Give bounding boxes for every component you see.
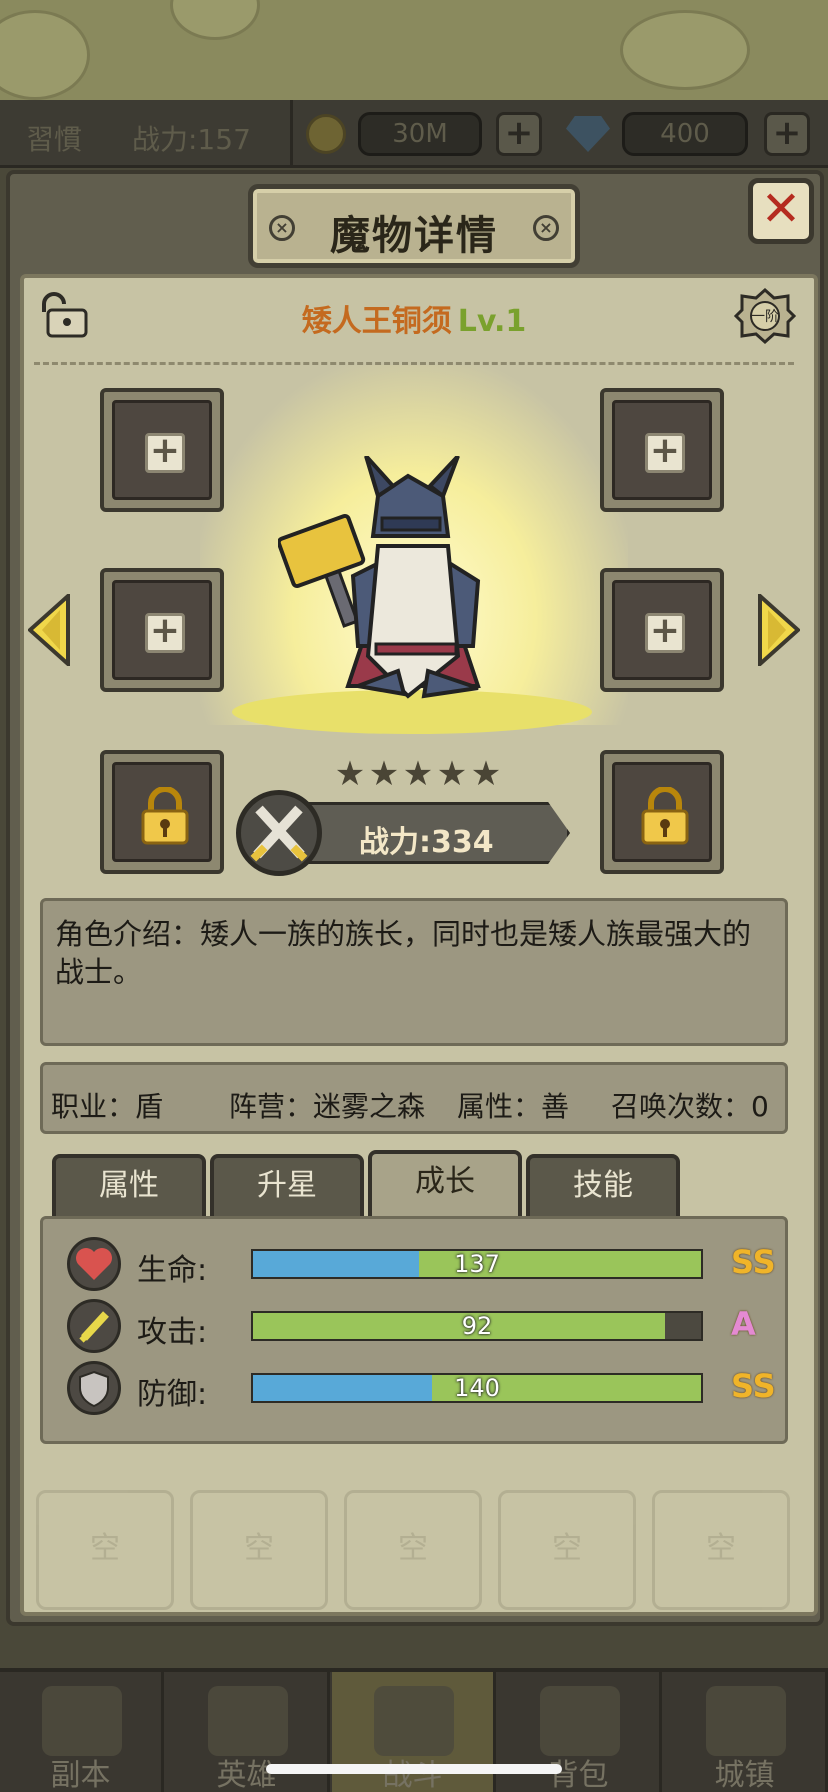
- gold-coin-icon: [306, 114, 346, 154]
- divider: [290, 100, 293, 168]
- background-slot: 空: [190, 1490, 328, 1610]
- summon-count-label: 召唤次数：0: [611, 1090, 769, 1123]
- add-equip-icon: +: [145, 433, 185, 473]
- star-icon: ★: [368, 754, 400, 794]
- hero-icon: [208, 1686, 288, 1756]
- slot-frame: +: [112, 400, 212, 500]
- character-level: Lv.1: [457, 304, 527, 339]
- stat-grade: SS: [731, 1243, 776, 1281]
- dialog-title: 魔物详情: [330, 213, 498, 259]
- star-icon: ★: [470, 754, 502, 794]
- equip-slot-1[interactable]: +: [100, 388, 224, 512]
- stat-bar: 137: [251, 1249, 703, 1279]
- stat-label: 防御:: [137, 1377, 208, 1412]
- tab-growth[interactable]: 成长: [368, 1150, 522, 1218]
- nav-item-hero[interactable]: 英雄: [166, 1672, 330, 1792]
- stat-value: 140: [454, 1374, 500, 1402]
- gem-amount: 400: [622, 112, 748, 156]
- heart-icon: [67, 1237, 121, 1291]
- shield-icon: [67, 1361, 121, 1415]
- background-slot: 空: [652, 1490, 790, 1610]
- star-icon: ★: [436, 754, 468, 794]
- stat-grade: SS: [731, 1367, 776, 1405]
- stat-value: 137: [454, 1250, 500, 1278]
- nav-item-map[interactable]: 副本: [0, 1672, 164, 1792]
- backpack-icon: [540, 1686, 620, 1756]
- slot-frame: +: [112, 580, 212, 680]
- map-icon: [42, 1686, 122, 1756]
- add-equip-icon: +: [145, 613, 185, 653]
- character-info-row: 职业：盾 阵营：迷雾之森 属性：善 召唤次数：0: [40, 1062, 788, 1134]
- background-slot: 空: [498, 1490, 636, 1610]
- star-icon: ★: [334, 754, 366, 794]
- tab-skills[interactable]: 技能: [526, 1154, 680, 1218]
- stat-label: 攻击:: [137, 1315, 208, 1350]
- top-status-bar: 習慣 战力:157 30M + 400 +: [0, 100, 828, 168]
- stat-bar: 140: [251, 1373, 703, 1403]
- dwarf-king-sprite[interactable]: [278, 456, 538, 716]
- power-value: 战力:334: [359, 825, 494, 860]
- dialog-title-plate: × 魔物详情 ×: [248, 184, 580, 268]
- stat-value: 92: [461, 1312, 493, 1340]
- padlock-icon: [641, 787, 689, 845]
- equip-slot-locked-2[interactable]: [600, 750, 724, 874]
- background-slot: 空: [344, 1490, 482, 1610]
- home-indicator[interactable]: [266, 1764, 562, 1774]
- nav-item-backpack[interactable]: 背包: [498, 1672, 662, 1792]
- character-description: 角色介绍：矮人一族的族长，同时也是矮人族最强大的战士。: [40, 898, 788, 1046]
- character-name-row: 矮人王铜须 Lv.1: [0, 296, 828, 340]
- nav-label: 城镇: [714, 1758, 775, 1792]
- topbar-power: 战力:157: [132, 123, 251, 156]
- rank-label: 一阶: [751, 309, 779, 325]
- crossed-swords-icon: [236, 790, 322, 876]
- slot-frame: [612, 762, 712, 862]
- add-gems-button[interactable]: +: [764, 112, 810, 156]
- padlock-icon: [141, 787, 189, 845]
- topbar-title: 習慣: [26, 123, 83, 156]
- swords-icon: [374, 1686, 454, 1756]
- stat-grade: A: [731, 1305, 756, 1343]
- character-name: 矮人王铜须: [301, 304, 452, 339]
- stat-label: 生命:: [137, 1253, 208, 1288]
- tab-attributes[interactable]: 属性: [52, 1154, 206, 1218]
- gold-amount: 30M: [358, 112, 482, 156]
- slot-frame: +: [612, 580, 712, 680]
- tab-star-up[interactable]: 升星: [210, 1154, 364, 1218]
- attribute-label: 属性：善: [457, 1090, 570, 1123]
- stat-bar: 92: [251, 1311, 703, 1341]
- slot-frame: [112, 762, 212, 862]
- previous-monster-arrow-icon[interactable]: [28, 594, 70, 666]
- close-button[interactable]: ✕: [748, 178, 814, 244]
- nav-label: 副本: [50, 1758, 111, 1792]
- background-scene: [0, 0, 828, 100]
- growth-stats-panel: 生命: 137 SS 攻击: 92 A 防御: 140 SS: [40, 1216, 788, 1444]
- sword-icon: [67, 1299, 121, 1353]
- equip-slot-2[interactable]: +: [600, 388, 724, 512]
- slot-frame: +: [612, 400, 712, 500]
- equip-slot-locked-1[interactable]: [100, 750, 224, 874]
- next-monster-arrow-icon[interactable]: [758, 594, 800, 666]
- add-equip-icon: +: [645, 613, 685, 653]
- rank-badge[interactable]: 一阶: [733, 287, 797, 345]
- equip-slot-4[interactable]: +: [600, 568, 724, 692]
- add-equip-icon: +: [645, 433, 685, 473]
- job-label: 职业：盾: [51, 1090, 164, 1123]
- star-icon: ★: [402, 754, 434, 794]
- star-rating: ★ ★ ★ ★ ★: [334, 754, 502, 794]
- equip-slot-3[interactable]: +: [100, 568, 224, 692]
- diamond-icon: [566, 116, 610, 152]
- power-banner: 战力:334: [296, 802, 570, 864]
- town-icon: [706, 1686, 786, 1756]
- nav-item-town[interactable]: 城镇: [664, 1672, 828, 1792]
- background-slots: 空空空空空: [36, 1490, 792, 1620]
- nav-item-swords[interactable]: 战斗: [332, 1672, 496, 1792]
- ornament-icon: ×: [533, 215, 559, 241]
- add-gold-button[interactable]: +: [496, 112, 542, 156]
- background-slot: 空: [36, 1490, 174, 1610]
- faction-label: 阵营：迷雾之森: [229, 1090, 426, 1123]
